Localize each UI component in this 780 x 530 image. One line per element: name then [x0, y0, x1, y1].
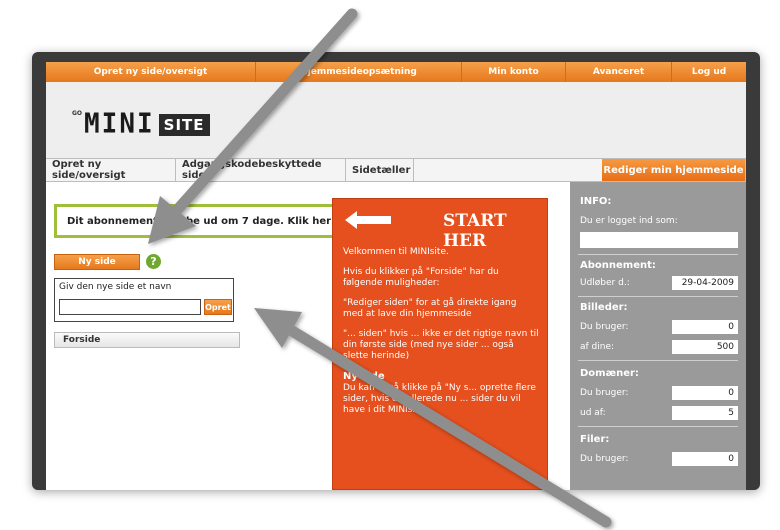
minisite-logo: GO MINI SITE	[72, 108, 210, 140]
domaener-heading: Domæner:	[580, 368, 639, 379]
logged-in-user-field	[580, 232, 738, 248]
logo-mini: MINI	[84, 108, 155, 140]
top-navigation: Opret ny side/oversigt Hjemmesideopsætni…	[46, 62, 746, 82]
domaener-af-value: 5	[672, 406, 738, 420]
abonnement-heading: Abonnement:	[580, 260, 656, 271]
start-text-2: Hvis du klikker på "Forside" har du følg…	[343, 267, 499, 288]
start-text-4: "... siden" hvis ... ikke er det rigtige…	[343, 329, 539, 361]
tab-adgangskode[interactable]: Adgangskodebeskyttede sider	[176, 159, 346, 181]
domaener-bruger-label: Du bruger:	[580, 388, 629, 398]
new-page-label: Giv den nye side et navn	[59, 282, 172, 292]
topnav-avanceret[interactable]: Avanceret	[566, 62, 672, 82]
start-here-panel: START HER Velkommen til MINIsite. Hvis d…	[332, 198, 548, 490]
divider	[578, 360, 738, 361]
filer-heading: Filer:	[580, 434, 610, 445]
billeder-af-label: af dine:	[580, 342, 615, 352]
page: Opret ny side/oversigt Hjemmesideopsætni…	[46, 62, 746, 490]
info-heading: INFO:	[580, 196, 612, 207]
start-text-1: Velkommen til MINIsite.	[343, 247, 449, 257]
filer-bruger-value: 0	[672, 452, 738, 466]
udlober-value: 29-04-2009	[672, 276, 738, 290]
start-text-5-head: Ny side	[343, 371, 385, 382]
tab-row: Opret ny side/oversigt Adgangskodebeskyt…	[46, 158, 746, 182]
divider	[578, 296, 738, 297]
new-page-form: Giv den nye side et navn Opret	[54, 278, 234, 322]
new-page-button[interactable]: Ny side	[54, 254, 140, 270]
start-here-body: Velkommen til MINIsite. Hvis du klikker …	[343, 247, 539, 425]
page-list-item-forside[interactable]: Forside	[54, 332, 240, 348]
billeder-heading: Billeder:	[580, 302, 628, 313]
info-sidebar: INFO: Du er logget ind som: Abonnement: …	[570, 182, 746, 490]
main-content: Dit abonnement udløbe ud om 7 dage. Klik…	[46, 182, 570, 490]
udlober-label: Udløber d.:	[580, 278, 630, 288]
divider	[578, 254, 738, 255]
topnav-hjemmesideopsaetning[interactable]: Hjemmesideopsætning	[256, 62, 462, 82]
domaener-af-label: ud af:	[580, 408, 606, 418]
start-here-title: START HER	[443, 211, 507, 251]
new-page-name-input[interactable]	[59, 299, 201, 315]
header-band: GO MINI SITE	[46, 82, 746, 158]
topnav-log-ud[interactable]: Log ud	[672, 62, 746, 82]
filer-bruger-label: Du bruger:	[580, 454, 629, 464]
billeder-bruger-label: Du bruger:	[580, 322, 629, 332]
start-text-3: "Rediger siden" for at gå direkte igang …	[343, 298, 517, 319]
start-text-5: Du kan også klikke på "Ny s... oprette f…	[343, 383, 536, 415]
billeder-bruger-value: 0	[672, 320, 738, 334]
divider	[578, 426, 738, 427]
edit-site-button[interactable]: Rediger min hjemmeside	[602, 159, 746, 181]
browser-window: Opret ny side/oversigt Hjemmesideopsætni…	[32, 52, 760, 490]
create-button[interactable]: Opret	[204, 299, 232, 315]
logo-site: SITE	[158, 114, 210, 136]
logo-go: GO	[72, 110, 83, 117]
help-icon[interactable]: ?	[146, 254, 161, 269]
tab-opret-ny-side[interactable]: Opret ny side/oversigt	[46, 159, 176, 181]
subscription-notice[interactable]: Dit abonnement udløbe ud om 7 dage. Klik…	[54, 204, 354, 238]
logged-in-label: Du er logget ind som:	[580, 216, 678, 226]
left-arrow-icon	[345, 211, 391, 229]
topnav-min-konto[interactable]: Min konto	[462, 62, 566, 82]
tab-sidetaeller[interactable]: Sidetæller	[346, 159, 414, 181]
topnav-opret[interactable]: Opret ny side/oversigt	[46, 62, 256, 82]
domaener-bruger-value: 0	[672, 386, 738, 400]
billeder-af-value: 500	[672, 340, 738, 354]
